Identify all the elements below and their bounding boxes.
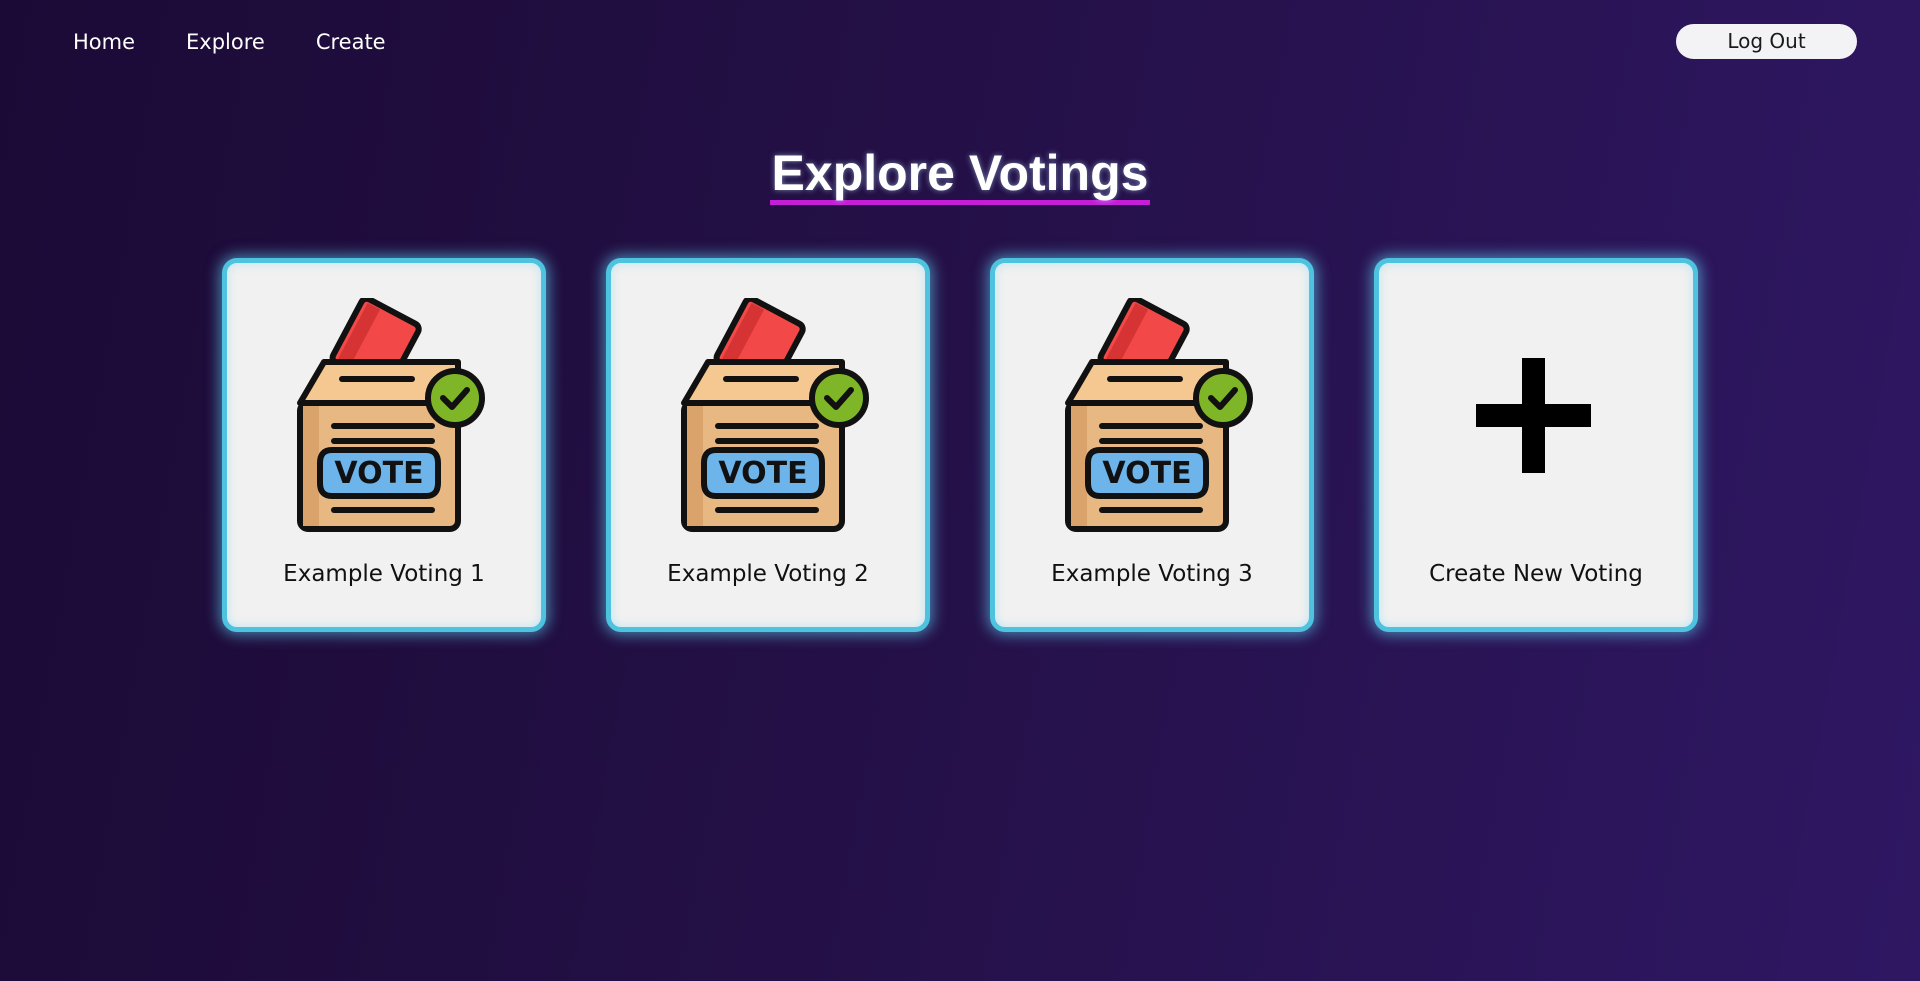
ballot-box-icon: VOTE [1040, 295, 1265, 533]
top-nav: Home Explore Create Log Out [0, 0, 1920, 84]
create-new-voting-card[interactable]: Create New Voting [1374, 258, 1698, 632]
voting-card-label: Example Voting 3 [1051, 561, 1253, 587]
ballot-box-icon: VOTE [656, 295, 881, 533]
ballot-box-icon: VOTE [272, 295, 497, 533]
page-title-wrap: Explore Votings [0, 146, 1920, 205]
voting-card-label: Create New Voting [1429, 561, 1643, 587]
nav-links: Home Explore Create [73, 28, 437, 56]
voting-card-3[interactable]: VOTE Example Voting 3 [990, 258, 1314, 632]
voting-card-1[interactable]: VOTE Example Voting 1 [222, 258, 546, 632]
nav-link-create[interactable]: Create [316, 28, 386, 56]
logout-button[interactable]: Log Out [1676, 24, 1857, 59]
svg-text:VOTE: VOTE [334, 456, 423, 491]
svg-text:VOTE: VOTE [1102, 456, 1191, 491]
svg-text:VOTE: VOTE [718, 456, 807, 491]
voting-card-label: Example Voting 2 [667, 561, 869, 587]
nav-link-explore[interactable]: Explore [186, 28, 265, 56]
voting-card-label: Example Voting 1 [283, 561, 485, 587]
page-title: Explore Votings [769, 146, 1151, 205]
nav-link-home[interactable]: Home [73, 28, 135, 56]
voting-cards-grid: VOTE Example Voting 1 VOTE Example Votin… [222, 258, 1698, 632]
voting-card-2[interactable]: VOTE Example Voting 2 [606, 258, 930, 632]
plus-icon [1476, 358, 1591, 473]
